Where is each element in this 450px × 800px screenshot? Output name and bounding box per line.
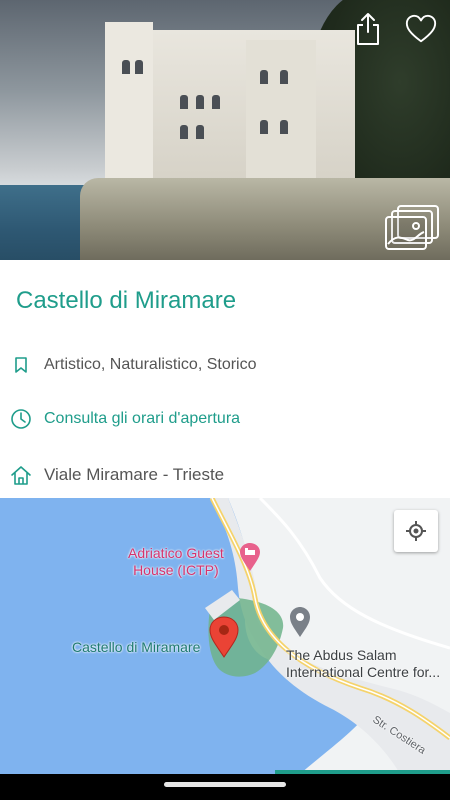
gallery-button[interactable]	[384, 204, 440, 252]
opening-hours-row[interactable]: Consulta gli orari d'apertura	[0, 404, 450, 434]
address-row: Viale Miramare - Trieste	[0, 460, 450, 490]
castle-map-label[interactable]: Castello di Miramare	[72, 639, 200, 656]
hotel-label-line1: Adriatico Guest	[128, 545, 224, 561]
my-location-button[interactable]	[394, 510, 438, 552]
ictp-label-line2: International Centre for...	[286, 664, 441, 680]
ictp-map-label[interactable]: The Abdus Salam International Centre for…	[286, 647, 440, 681]
categories-text: Artistico, Naturalistico, Storico	[44, 356, 257, 373]
gallery-icon	[385, 205, 439, 250]
favorite-button[interactable]	[404, 12, 438, 46]
share-icon	[357, 13, 379, 45]
system-navigation-bar	[0, 774, 450, 800]
place-title: Castello di Miramare	[16, 287, 237, 314]
poi-pin-icon[interactable]	[288, 606, 312, 643]
window	[280, 120, 288, 134]
hero-image	[0, 0, 450, 260]
window	[212, 95, 220, 109]
hotel-map-label[interactable]: Adriatico Guest House (ICTP)	[128, 545, 224, 579]
window	[122, 60, 130, 74]
castle-tower-right	[246, 40, 316, 182]
bookmark-icon	[10, 354, 32, 376]
ictp-label-line1: The Abdus Salam	[286, 647, 397, 663]
share-button[interactable]	[351, 12, 385, 46]
home-icon	[10, 464, 32, 486]
my-location-icon	[406, 521, 426, 541]
categories-row: Artistico, Naturalistico, Storico	[0, 350, 450, 380]
window	[180, 125, 188, 139]
window	[260, 70, 268, 84]
hotel-pin-icon[interactable]	[238, 542, 262, 577]
map-view[interactable]: Adriatico Guest House (ICTP) Castello di…	[0, 498, 450, 774]
window	[180, 95, 188, 109]
window	[135, 60, 143, 74]
castle-marker-pin-icon[interactable]	[207, 616, 241, 663]
window	[280, 70, 288, 84]
opening-hours-link[interactable]: Consulta gli orari d'apertura	[44, 410, 240, 428]
castle-tower	[105, 22, 153, 182]
address-text: Viale Miramare - Trieste	[44, 465, 225, 484]
place-info-card: Castello di Miramare Artistico, Naturali…	[0, 260, 450, 498]
heart-icon	[405, 14, 437, 43]
window	[196, 95, 204, 109]
clock-icon	[10, 408, 32, 430]
window	[196, 125, 204, 139]
window	[260, 120, 268, 134]
home-indicator[interactable]	[164, 782, 286, 787]
hotel-label-line2: House (ICTP)	[133, 562, 219, 578]
